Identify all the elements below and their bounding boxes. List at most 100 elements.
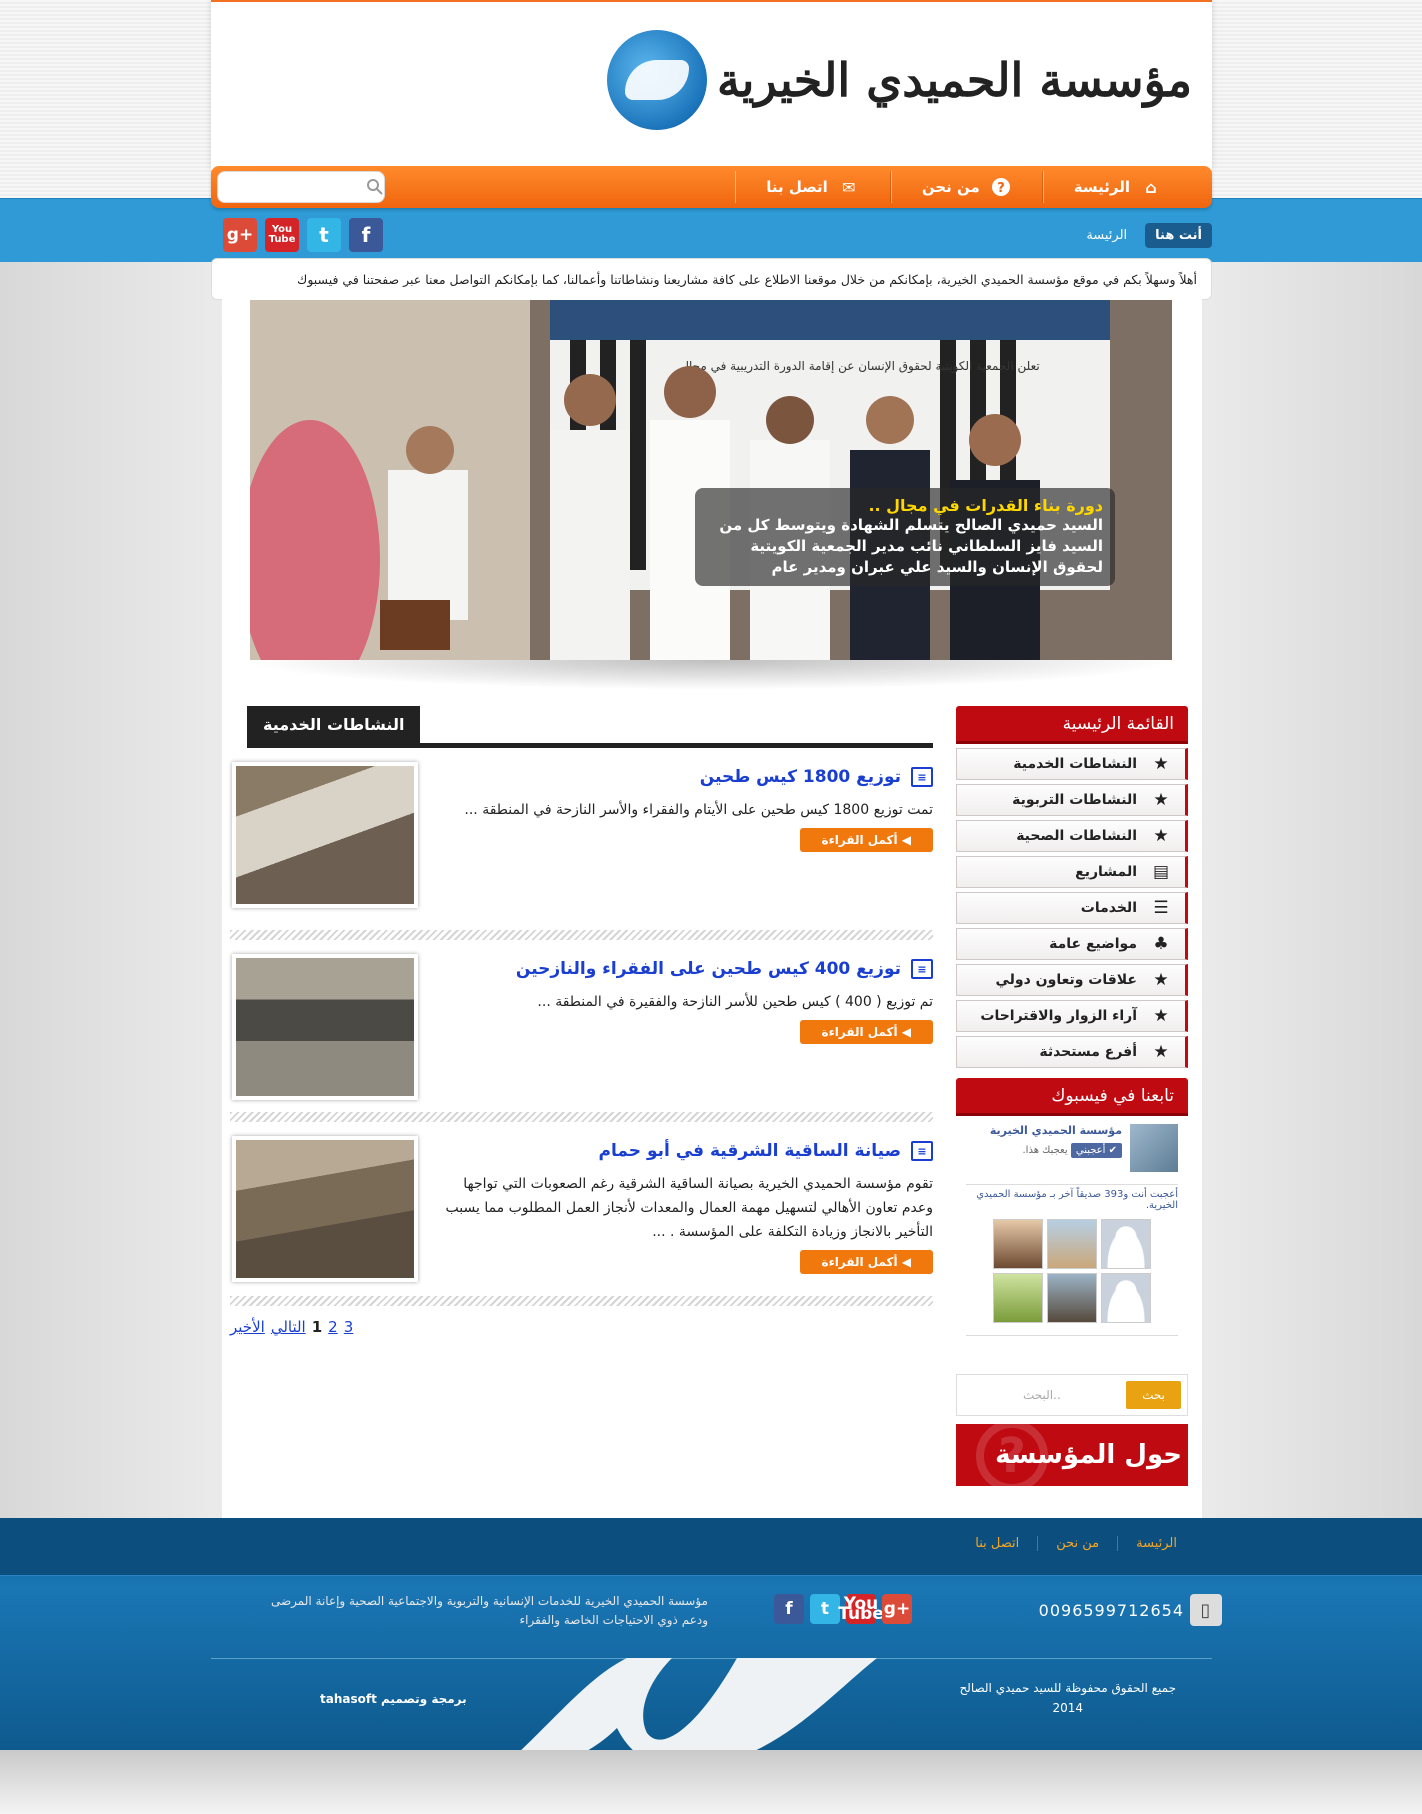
twitter-icon[interactable]: t (307, 218, 341, 252)
article-thumbnail[interactable] (232, 762, 418, 908)
article-title[interactable]: ≡ توزيع 1800 كيس طحين (430, 762, 933, 792)
fb-divider (966, 1335, 1178, 1336)
article-icon: ≡ (911, 959, 933, 979)
sidebar-item-label: الخدمات (1080, 900, 1137, 916)
image-slider[interactable]: تعلن الجمعية الكويتية لحقوق الإنسان عن إ… (250, 300, 1172, 660)
site-header: مؤسسة الحميدي الخيرية (211, 0, 1212, 170)
nav-contact-label: اتصل بنا (766, 178, 828, 196)
search-icon[interactable] (366, 178, 384, 196)
article-thumbnail[interactable] (232, 1136, 418, 1282)
nav-about[interactable]: ? من نحن (890, 171, 1043, 203)
ticker-text: أهلاً وسهلاً بكم في موقع مؤسسة الحميدي ا… (297, 271, 1197, 287)
header-social: g+ You Tube t f (211, 218, 383, 252)
main-menu-header: القائمة الرئيسية (956, 706, 1188, 744)
sidebar-item-general[interactable]: ♣ مواضيع عامة (956, 928, 1188, 960)
read-more-button[interactable]: ◀ أكمل القراءة (799, 1250, 933, 1274)
page-3-link[interactable]: 3 (344, 1318, 354, 1336)
news-ticker: أهلاً وسهلاً بكم في موقع مؤسسة الحميدي ا… (211, 258, 1212, 300)
read-more-button[interactable]: ◀ أكمل القراءة (799, 828, 933, 852)
article-thumbnail[interactable] (232, 954, 418, 1100)
question-icon: ? (976, 1424, 1048, 1486)
sidebar-item-label: علاقات وتعاون دولي (995, 972, 1137, 988)
sidebar-item-service[interactable]: ★ النشاطات الخدمية (956, 748, 1188, 780)
footer-link-about[interactable]: من نحن (1037, 1536, 1099, 1551)
slider-banner-text: تعلن الجمعية الكويتية لحقوق الإنسان عن إ… (680, 359, 1039, 374)
facebook-icon[interactable]: f (774, 1594, 804, 1624)
header-search-input[interactable] (236, 180, 366, 194)
sidebar-item-label: النشاطات التربوية (1012, 792, 1137, 808)
read-more-button[interactable]: ◀ أكمل القراءة (799, 1020, 933, 1044)
fb-friends-text: أعجبت أنت و393 صديقاً آخر بـ مؤسسة الحمي… (976, 1189, 1178, 1211)
read-more-label: أكمل القراءة (821, 1025, 898, 1039)
sidebar-item-branches[interactable]: ★ أفرع مستحدثة (956, 1036, 1188, 1068)
facebook-icon[interactable]: f (349, 218, 383, 252)
article-title-text[interactable]: توزيع 400 كيس طحين على الفقراء والنازحين (516, 959, 901, 979)
youtube-icon[interactable]: You Tube (838, 1594, 884, 1624)
twitter-icon[interactable]: t (810, 1594, 840, 1624)
article-excerpt: تم توزيع ( 400 ) كيس طحين للأسر النازحة … (537, 994, 933, 1010)
sidebar-item-projects[interactable]: ▤ المشاريع (956, 856, 1188, 888)
article-divider (230, 930, 933, 940)
facebook-widget: مؤسسة الحميدي الخيرية ✔ أعجبني يعجبك هذا… (956, 1116, 1188, 1348)
article-divider (230, 1112, 933, 1122)
article-title-text[interactable]: توزيع 1800 كيس طحين (700, 767, 901, 787)
footer-link-home[interactable]: الرئيسة (1117, 1536, 1177, 1551)
breadcrumb-home-link[interactable]: الرئيسة (1086, 228, 1127, 243)
article-title[interactable]: ≡ توزيع 400 كيس طحين على الفقراء والنازح… (430, 954, 933, 984)
page-2-link[interactable]: 2 (328, 1318, 338, 1336)
sidebar-item-label: النشاطات الخدمية (1013, 756, 1137, 772)
sidebar-item-health[interactable]: ★ النشاطات الصحية (956, 820, 1188, 852)
friend-avatar[interactable] (993, 1219, 1043, 1269)
article-excerpt: تقوم مؤسسة الحميدي الخيرية بصيانة الساقي… (445, 1176, 933, 1240)
fb-page: مؤسسة الحميدي الخيرية ✔ أعجبني يعجبك هذا… (966, 1124, 1178, 1172)
sidebar-item-education[interactable]: ★ النشاطات التربوية (956, 784, 1188, 816)
sidebar-item-visitors[interactable]: ★ آراء الزوار والاقتراحات (956, 1000, 1188, 1032)
youtube-icon[interactable]: You Tube (265, 218, 299, 252)
fb-liked-text: يعجبك هذا. (1022, 1145, 1068, 1156)
about-banner[interactable]: حول المؤسسة ? (956, 1424, 1188, 1486)
last-page-link[interactable]: الأخير (230, 1318, 265, 1336)
footer-about: مؤسسة الحميدي الخيرية للخدمات الإنسانية … (270, 1594, 708, 1627)
googleplus-icon[interactable]: g+ (882, 1594, 912, 1624)
you-are-here-label: أنت هنا (1145, 222, 1212, 248)
footer-social: f t You Tube g+ (774, 1594, 912, 1624)
fb-like-button[interactable]: ✔ أعجبني (1070, 1143, 1122, 1158)
friend-avatar[interactable] (1047, 1273, 1097, 1323)
friend-avatar[interactable] (1047, 1219, 1097, 1269)
fb-page-name[interactable]: مؤسسة الحميدي الخيرية (990, 1124, 1122, 1137)
slider-caption: دورة بناء القدرات في مجال .. السيد حميدي… (695, 488, 1115, 586)
friend-avatar[interactable] (993, 1273, 1043, 1323)
star-icon: ★ (1153, 1006, 1169, 1026)
slider-caption-title[interactable]: دورة بناء القدرات في مجال .. (707, 496, 1103, 515)
slider-shadow (240, 660, 1182, 690)
site-logo[interactable]: مؤسسة الحميدي الخيرية (606, 30, 1193, 130)
sidebar: القائمة الرئيسية ★ النشاطات الخدمية ★ النش… (956, 706, 1188, 1486)
pagination: 3 2 1 التالي الأخير (230, 1318, 929, 1336)
sidebar-item-international[interactable]: ★ علاقات وتعاون دولي (956, 964, 1188, 996)
slider-caption-text: السيد حميدي الصالح يتسلم الشهادة ويتوسط … (719, 516, 1103, 576)
friend-avatar[interactable] (1101, 1273, 1151, 1323)
note-icon: ▤ (1152, 862, 1170, 882)
article-title[interactable]: ≡ صيانة الساقية الشرقية في أبو حمام (430, 1136, 933, 1166)
design-credit[interactable]: برمجة وتصميم tahasoft (320, 1692, 467, 1706)
nav-home[interactable]: ⌂ الرئيسة (1042, 171, 1192, 203)
fb-page-avatar[interactable] (1130, 1124, 1178, 1172)
nav-contact[interactable]: ✉ اتصل بنا (735, 171, 891, 203)
main-nav: ⌂ الرئيسة ? من نحن ✉ اتصل بنا (211, 166, 1212, 208)
page-current: 1 (311, 1318, 323, 1336)
phone-number: 0096599712654 (1038, 1600, 1184, 1620)
page-bottom (0, 1750, 1422, 1814)
list-icon: ☰ (1153, 898, 1169, 918)
sidebar-search-input[interactable]: ..البحث (963, 1388, 1061, 1402)
sidebar-search-button[interactable]: بحث (1126, 1381, 1181, 1409)
nav-about-label: من نحن (921, 178, 980, 196)
footer-link-contact[interactable]: اتصل بنا (957, 1536, 1019, 1551)
sidebar-item-services[interactable]: ☰ الخدمات (956, 892, 1188, 924)
googleplus-icon[interactable]: g+ (223, 218, 257, 252)
section-header: النشاطات الخدمية (247, 706, 933, 748)
article-title-text[interactable]: صيانة الساقية الشرقية في أبو حمام (599, 1141, 901, 1161)
next-page-link[interactable]: التالي (271, 1318, 306, 1336)
footer-phone: ▯ 0096599712654 (1039, 1594, 1222, 1626)
read-more-label: أكمل القراءة (821, 833, 898, 847)
friend-avatar[interactable] (1101, 1219, 1151, 1269)
